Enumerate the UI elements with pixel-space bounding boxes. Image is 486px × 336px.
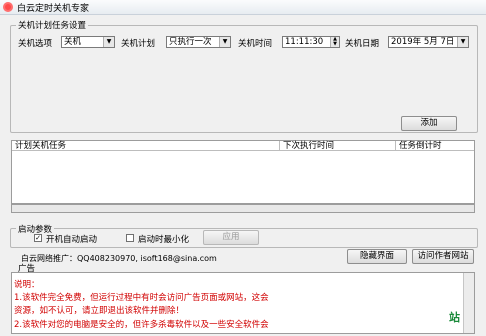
chevron-down-icon[interactable]: ▼ xyxy=(103,37,114,47)
auto-start-label: 开机自动启动 xyxy=(46,235,98,245)
minimize-checkbox[interactable] xyxy=(126,234,134,242)
visit-author-button-label: 访问作者网站 xyxy=(417,251,469,261)
ad-line: 1.该软件完全免费，但运行过程中有时会访问广告页面或网站，这会 xyxy=(14,293,269,303)
visit-author-button[interactable]: 访问作者网站 xyxy=(412,249,474,264)
shutdown-time-input[interactable]: 11:11:30 ▲ ▼ xyxy=(282,36,340,48)
column-header-countdown[interactable]: 任务倒计时 xyxy=(396,141,474,151)
shutdown-option-label: 关机选项 xyxy=(18,39,53,49)
time-spinner[interactable]: ▲ ▼ xyxy=(330,37,339,47)
column-header-next-run[interactable]: 下次执行时间 xyxy=(280,141,396,151)
shutdown-time-value: 11:11:30 xyxy=(285,37,324,47)
apply-button-label: 应用 xyxy=(222,232,240,242)
shutdown-option-value: 关机 xyxy=(64,37,82,47)
ad-line: 2.该软件对您的电脑是安全的，但许多杀毒软件以及一些安全软件会 xyxy=(14,320,269,330)
shutdown-date-label: 关机日期 xyxy=(345,39,380,49)
title-bar: 白云定时关机专家 xyxy=(0,0,486,15)
watermark-logo: 站 xyxy=(449,311,460,324)
hide-window-button-label: 隐藏界面 xyxy=(359,251,394,261)
app-icon xyxy=(3,2,13,12)
settings-group-legend: 关机计划任务设置 xyxy=(16,19,89,31)
auto-start-checkbox[interactable]: ✓ xyxy=(34,234,42,242)
promo-text: 白云网络推广：QQ408230970, isoft168@sina.com xyxy=(21,254,217,263)
ad-text-area[interactable]: 说明： 1.该软件完全免费，但运行过程中有时会访问广告页面或网站，这会 资源，如… xyxy=(11,272,475,334)
shutdown-plan-select[interactable]: 只执行一次 ▼ xyxy=(166,36,231,48)
shutdown-time-label: 关机时间 xyxy=(238,39,273,49)
shutdown-plan-label: 关机计划 xyxy=(121,39,156,49)
task-table[interactable]: 计划关机任务 下次执行时间 任务倒计时 xyxy=(11,140,475,204)
add-task-button[interactable]: 添加 xyxy=(401,116,457,131)
hide-window-button[interactable]: 隐藏界面 xyxy=(347,249,407,264)
shutdown-option-select[interactable]: 关机 ▼ xyxy=(61,36,115,48)
column-header-task[interactable]: 计划关机任务 xyxy=(12,141,280,151)
apply-button[interactable]: 应用 xyxy=(203,230,259,245)
shutdown-plan-value: 只执行一次 xyxy=(169,37,212,47)
ad-line: 说明： xyxy=(14,280,40,290)
horizontal-scrollbar[interactable] xyxy=(11,204,475,213)
chevron-down-icon[interactable]: ▼ xyxy=(457,37,468,47)
minimize-label: 启动时最小化 xyxy=(138,235,190,245)
window-title: 白云定时关机专家 xyxy=(17,4,90,14)
chevron-down-icon[interactable]: ▼ xyxy=(219,37,230,47)
ad-line: 资源，如不认可，请立即退出该软件并删除！ xyxy=(14,306,185,316)
shutdown-date-picker[interactable]: 2019年 5月 7日 ▼ xyxy=(388,36,469,48)
shutdown-date-value: 2019年 5月 7日 xyxy=(391,37,455,47)
vertical-scrollbar[interactable] xyxy=(463,273,474,333)
add-task-button-label: 添加 xyxy=(420,118,438,128)
